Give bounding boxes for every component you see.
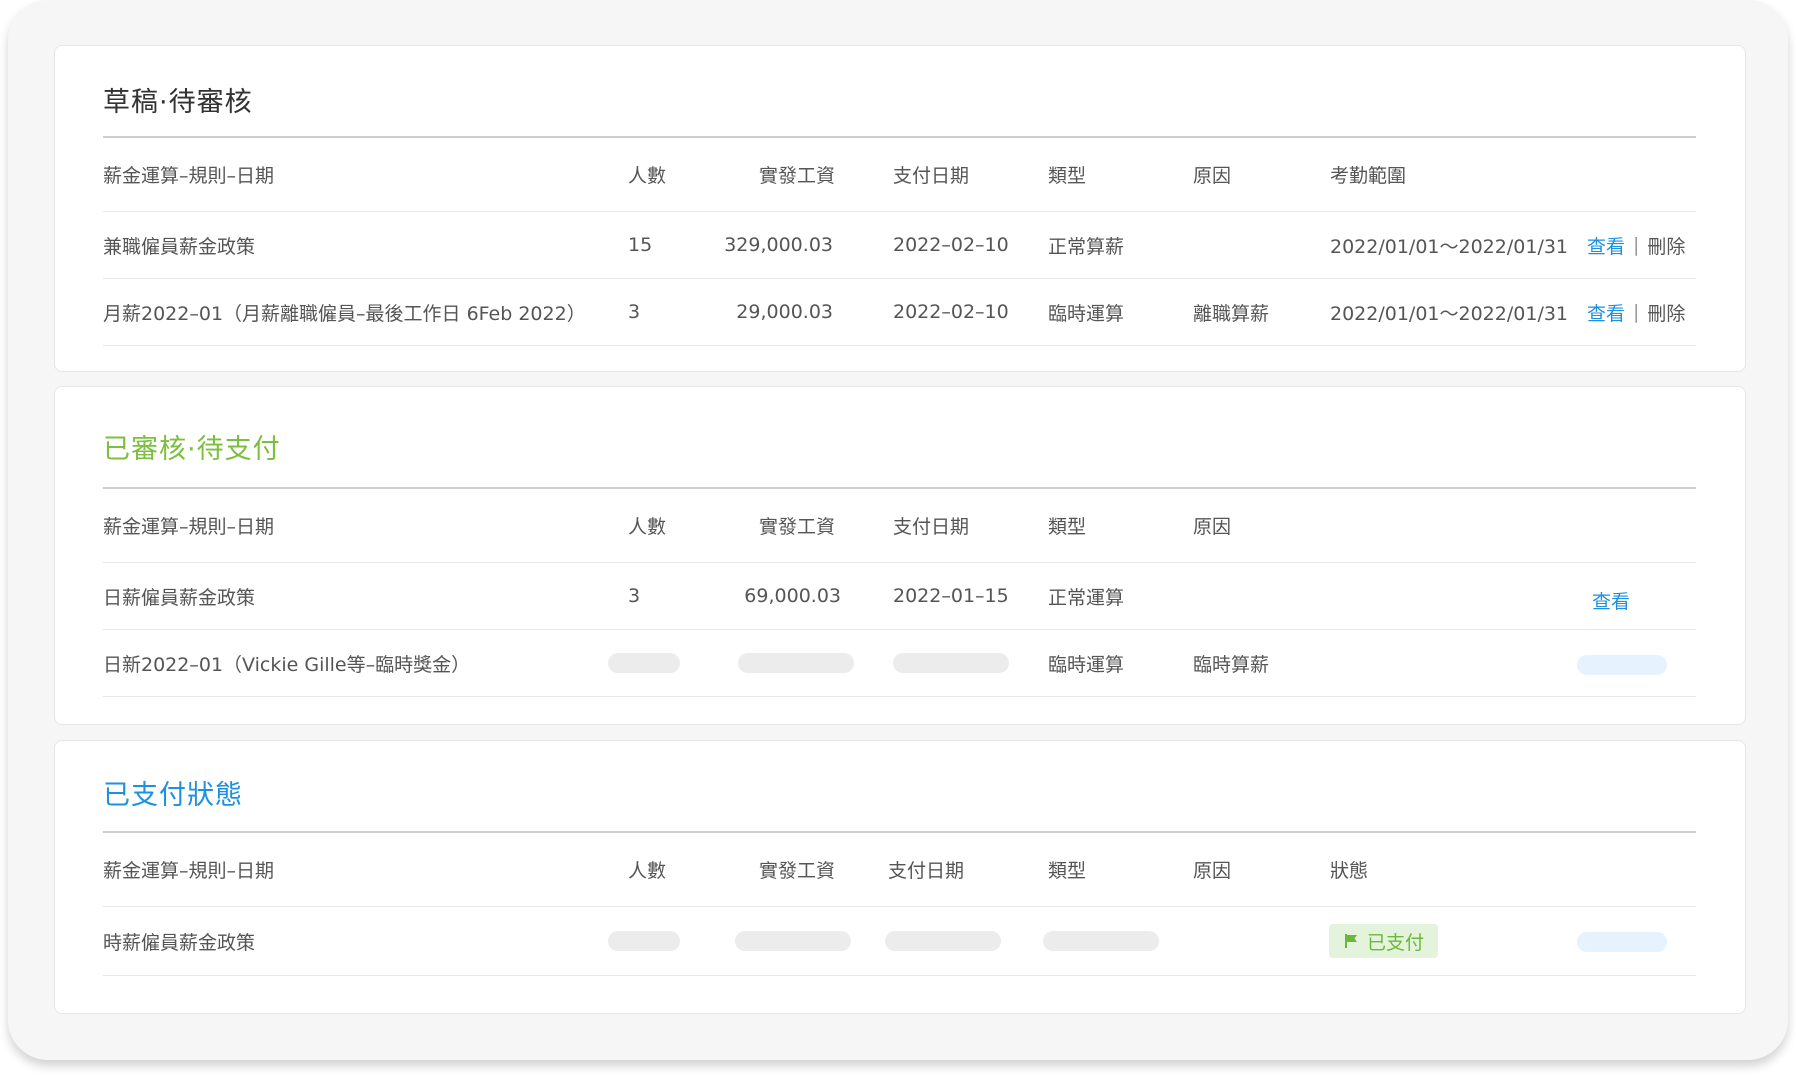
row-range: 2022/01/01～2022/01/31 bbox=[1330, 235, 1569, 258]
view-link[interactable]: 查看 bbox=[1592, 567, 1630, 633]
view-link[interactable]: 查看 bbox=[1587, 232, 1625, 259]
row-reason: 離職算薪 bbox=[1193, 302, 1270, 325]
paid-section: 已支付狀態 薪金運算–規則–日期 人數 實發工資 支付日期 類型 原因 狀態 時… bbox=[54, 740, 1746, 1014]
row-pay: 69,000.03 bbox=[744, 585, 841, 607]
loading-placeholder-pay bbox=[735, 931, 851, 951]
header-date: 支付日期 bbox=[893, 165, 970, 187]
row-count: 15 bbox=[628, 234, 653, 256]
table-header: 薪金運算–規則–日期 人數 實發工資 支付日期 類型 原因 bbox=[103, 489, 1696, 563]
header-reason: 原因 bbox=[1193, 860, 1232, 882]
table-header: 薪金運算–規則–日期 人數 實發工資 支付日期 類型 原因 考勤範圍 bbox=[103, 138, 1696, 212]
loading-placeholder-type bbox=[1043, 931, 1159, 951]
approved-section: 已審核·待支付 薪金運算–規則–日期 人數 實發工資 支付日期 類型 原因 日薪… bbox=[54, 386, 1746, 725]
row-name: 日薪僱員薪金政策 bbox=[103, 586, 256, 609]
header-range: 考勤範圍 bbox=[1330, 165, 1407, 187]
flag-icon bbox=[1345, 934, 1357, 948]
header-date: 支付日期 bbox=[893, 516, 970, 538]
loading-placeholder-pay bbox=[738, 653, 854, 673]
table-header: 薪金運算–規則–日期 人數 實發工資 支付日期 類型 原因 狀態 bbox=[103, 833, 1696, 907]
row-name: 兼職僱員薪金政策 bbox=[103, 235, 256, 258]
section-title: 已審核·待支付 bbox=[103, 434, 281, 465]
row-date: 2022–02–10 bbox=[893, 301, 1009, 323]
table-row: 日新2022–01（Vickie Gille等–臨時獎金） 臨時運算 臨時算薪 bbox=[103, 630, 1696, 697]
header-name: 薪金運算–規則–日期 bbox=[103, 860, 275, 882]
row-pay: 329,000.03 bbox=[724, 234, 833, 256]
header-count: 人數 bbox=[628, 516, 667, 538]
row-name: 時薪僱員薪金政策 bbox=[103, 931, 256, 954]
row-type: 臨時運算 bbox=[1048, 653, 1125, 676]
row-name: 月薪2022–01（月薪離職僱員–最後工作日 6Feb 2022） bbox=[103, 302, 586, 325]
action-separator: | bbox=[1633, 301, 1640, 323]
row-date: 2022–02–10 bbox=[893, 234, 1009, 256]
row-pay: 29,000.03 bbox=[736, 301, 833, 323]
row-date: 2022–01–15 bbox=[893, 585, 1009, 607]
draft-section: 草稿·待審核 薪金運算–規則–日期 人數 實發工資 支付日期 類型 原因 考勤範… bbox=[54, 45, 1746, 372]
header-date: 支付日期 bbox=[888, 860, 965, 882]
action-separator: | bbox=[1633, 234, 1640, 256]
row-reason: 臨時算薪 bbox=[1193, 653, 1270, 676]
table-row: 月薪2022–01（月薪離職僱員–最後工作日 6Feb 2022） 3 29,0… bbox=[103, 279, 1696, 346]
loading-placeholder-action bbox=[1577, 932, 1667, 952]
delete-link[interactable]: 刪除 bbox=[1647, 232, 1685, 259]
header-name: 薪金運算–規則–日期 bbox=[103, 165, 275, 187]
header-pay: 實發工資 bbox=[759, 516, 836, 538]
row-count: 3 bbox=[628, 301, 641, 323]
loading-placeholder-date bbox=[885, 931, 1001, 951]
table-row: 時薪僱員薪金政策 已支付 bbox=[103, 907, 1696, 976]
row-actions: 查看 | 刪除 bbox=[1587, 212, 1685, 278]
header-type: 類型 bbox=[1048, 516, 1087, 538]
row-type: 正常運算 bbox=[1048, 586, 1125, 609]
header-count: 人數 bbox=[628, 165, 667, 187]
section-title: 已支付狀態 bbox=[103, 780, 243, 811]
header-type: 類型 bbox=[1048, 860, 1087, 882]
header-pay: 實發工資 bbox=[759, 165, 836, 187]
status-badge: 已支付 bbox=[1329, 924, 1439, 958]
row-count: 3 bbox=[628, 585, 641, 607]
section-title: 草稿·待審核 bbox=[103, 87, 253, 118]
view-link[interactable]: 查看 bbox=[1587, 299, 1625, 326]
header-pay: 實發工資 bbox=[759, 860, 836, 882]
loading-placeholder-count bbox=[608, 931, 680, 951]
header-reason: 原因 bbox=[1193, 516, 1232, 538]
header-reason: 原因 bbox=[1193, 165, 1232, 187]
loading-placeholder-date bbox=[893, 653, 1009, 673]
row-type: 正常算薪 bbox=[1048, 235, 1125, 258]
header-count: 人數 bbox=[628, 860, 667, 882]
header-type: 類型 bbox=[1048, 165, 1087, 187]
header-status: 狀態 bbox=[1330, 860, 1369, 882]
table-row: 兼職僱員薪金政策 15 329,000.03 2022–02–10 正常算薪 2… bbox=[103, 212, 1696, 279]
status-label: 已支付 bbox=[1367, 931, 1425, 954]
row-range: 2022/01/01～2022/01/31 bbox=[1330, 302, 1569, 325]
row-type: 臨時運算 bbox=[1048, 302, 1125, 325]
loading-placeholder-action bbox=[1577, 655, 1667, 675]
loading-placeholder-count bbox=[608, 653, 680, 673]
row-name: 日新2022–01（Vickie Gille等–臨時獎金） bbox=[103, 653, 471, 676]
table-row: 日薪僱員薪金政策 3 69,000.03 2022–01–15 正常運算 查看 bbox=[103, 563, 1696, 630]
delete-link[interactable]: 刪除 bbox=[1647, 299, 1685, 326]
header-name: 薪金運算–規則–日期 bbox=[103, 516, 275, 538]
row-actions: 查看 | 刪除 bbox=[1587, 279, 1685, 345]
